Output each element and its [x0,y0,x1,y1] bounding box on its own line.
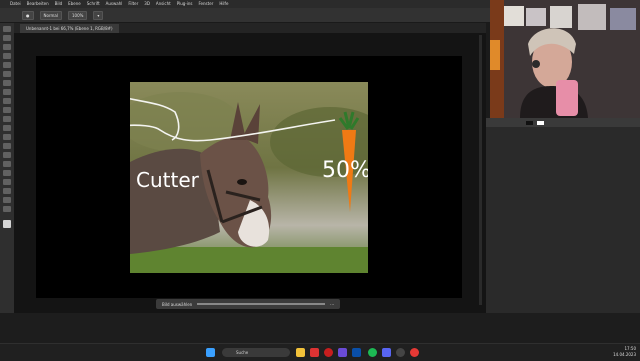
hand-tool-icon[interactable] [3,197,11,203]
clock-date: 14.04.2023 [613,352,636,357]
streamer-webcam [490,0,640,118]
menu-item[interactable]: Schrift [87,0,100,8]
app-icon[interactable] [338,348,347,357]
path-select-tool-icon[interactable] [3,179,11,185]
spotify-icon[interactable] [368,348,377,357]
pen-tool-icon[interactable] [3,161,11,167]
move-tool-icon[interactable] [3,26,11,32]
zoom-tool-icon[interactable] [3,206,11,212]
windows-start-icon[interactable] [206,348,215,357]
opera-icon[interactable] [324,348,333,357]
healing-tool-icon[interactable] [3,89,11,95]
system-tray[interactable]: 17:50 14.04.2023 [613,346,636,358]
eyedropper-tool-icon[interactable] [3,80,11,86]
obs-icon[interactable] [396,348,405,357]
webcam-overlay [490,0,640,118]
lasso-tool-icon[interactable] [3,44,11,50]
vertical-scrollbar[interactable] [479,35,482,305]
menu-item[interactable]: Bild [55,0,63,8]
discord-icon[interactable] [382,348,391,357]
brush-tool-icon[interactable] [3,98,11,104]
document-canvas[interactable]: Cutter 50% [36,56,462,298]
document-tab-bar: Unbenannt-1 bei 66,7% (Ebene 1, RGB/8#) [14,23,486,33]
quick-select-tool-icon[interactable] [3,53,11,59]
gradient-tool-icon[interactable] [3,134,11,140]
blend-mode-select[interactable]: Normal [39,10,62,20]
eraser-tool-icon[interactable] [3,125,11,131]
history-brush-tool-icon[interactable] [3,116,11,122]
browser-icon[interactable] [310,348,319,357]
menu-item[interactable]: Bearbeiten [27,0,49,8]
blur-tool-icon[interactable] [3,143,11,149]
document-workspace: Unbenannt-1 bei 66,7% (Ebene 1, RGB/8#) [14,23,486,313]
contextual-task-bar: Bild auswählen ··· [156,299,340,309]
frame-tool-icon[interactable] [3,71,11,77]
file-explorer-icon[interactable] [296,348,305,357]
stamp-tool-icon[interactable] [3,107,11,113]
shape-tool-icon[interactable] [3,188,11,194]
context-divider [197,303,326,305]
brush-preset-picker[interactable]: ● [22,10,34,20]
menu-item[interactable]: Hilfe [219,0,228,8]
status-panel [0,313,640,343]
marquee-tool-icon[interactable] [3,35,11,41]
menu-item[interactable]: Auswahl [106,0,123,8]
flow-field[interactable]: ▾ [93,10,104,20]
windows-taskbar: Suche 17:50 14.04.2023 [0,343,640,361]
menu-item[interactable]: Plug-ins [177,0,193,8]
donkey-photo: Cutter 50% [130,82,368,273]
select-subject-button[interactable]: Bild auswählen [162,302,192,307]
opacity-field[interactable]: 100% [67,10,88,20]
color-panel-header [486,118,640,127]
taskbar-search[interactable]: Suche [222,348,290,357]
menu-item[interactable]: 3D [144,0,150,8]
menu-item[interactable]: Ebene [68,0,81,8]
menu-item[interactable]: Filter [128,0,138,8]
foreground-color-swatch[interactable] [3,220,11,228]
background-swatch[interactable] [526,120,533,125]
photoshop-icon[interactable] [352,348,361,357]
more-options-icon[interactable]: ··· [330,302,334,307]
tools-panel [0,23,14,313]
annotation-cutter: Cutter [136,168,200,192]
right-panel-dock [486,118,640,313]
chrome-icon[interactable] [410,348,419,357]
type-tool-icon[interactable] [3,170,11,176]
menu-item[interactable]: Fenster [198,0,213,8]
dodge-tool-icon[interactable] [3,152,11,158]
annotation-fifty-percent: 50% [322,158,368,183]
foreground-swatch[interactable] [537,120,544,125]
crop-tool-icon[interactable] [3,62,11,68]
menu-item[interactable]: Ansicht [156,0,171,8]
menu-item[interactable]: Datei [10,0,21,8]
document-tab[interactable]: Unbenannt-1 bei 66,7% (Ebene 1, RGB/8#) [20,24,119,33]
